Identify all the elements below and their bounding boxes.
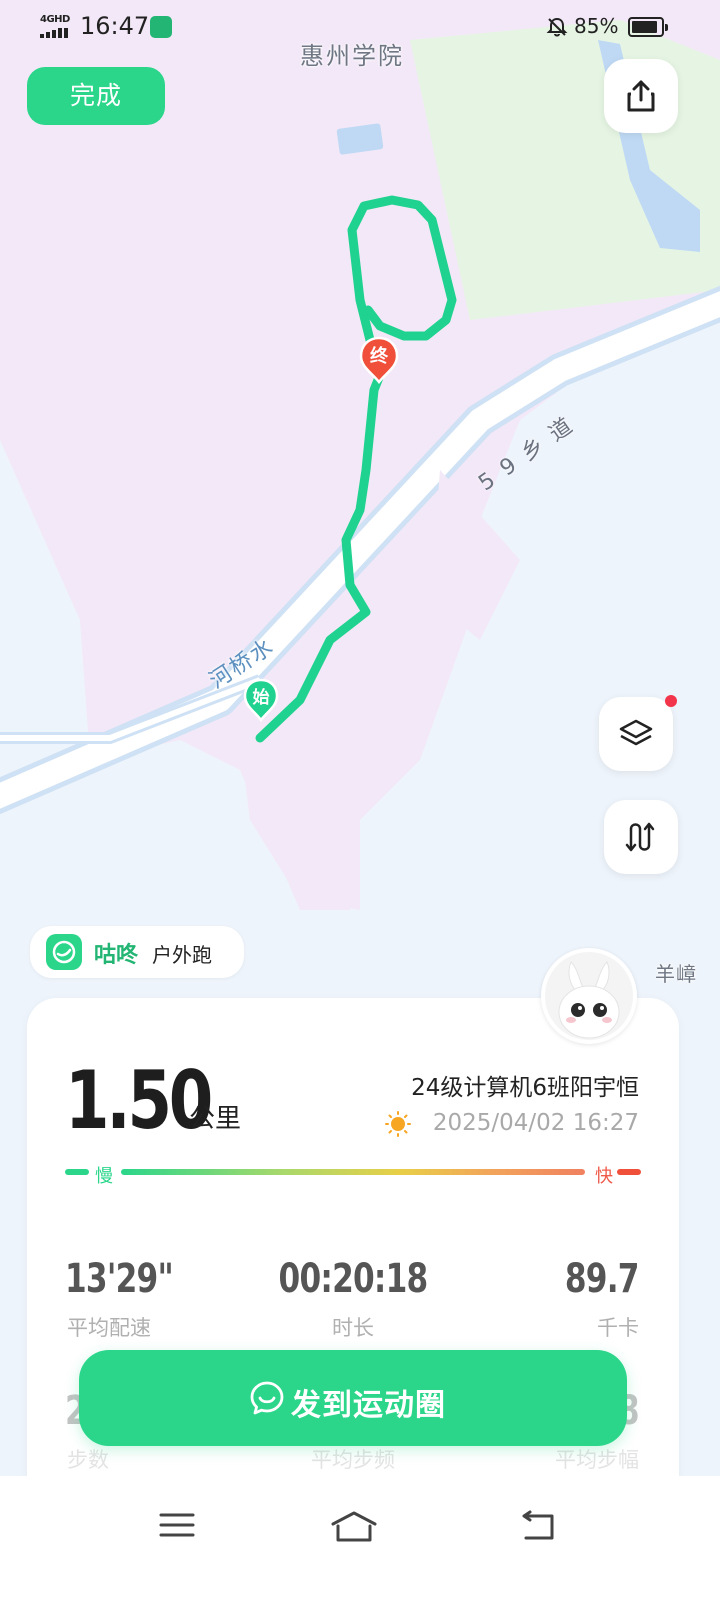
route-replay-button[interactable] xyxy=(604,800,678,874)
avg-pace-value: 13'29" xyxy=(65,1256,174,1302)
start-marker: 始 xyxy=(243,678,279,723)
user-name: 24级计算机6班阳宇恒 xyxy=(411,1075,639,1101)
user-avatar[interactable] xyxy=(541,948,637,1044)
layers-icon xyxy=(619,719,653,746)
workout-datetime: 2025/04/02 16:27 xyxy=(432,1110,639,1136)
avg-cadence-label: 平均步频 xyxy=(311,1448,395,1472)
end-marker: 终 xyxy=(359,336,399,385)
menu-icon[interactable] xyxy=(158,1510,196,1540)
share-button[interactable] xyxy=(604,59,678,133)
battery-icon xyxy=(628,17,668,37)
brand-chip: 咕咚 户外跑 xyxy=(30,926,244,978)
pace-gradient xyxy=(121,1169,585,1175)
avg-stride-label: 平均步幅 xyxy=(555,1448,639,1472)
signal-icon xyxy=(40,28,72,38)
duration-label: 时长 xyxy=(332,1316,374,1340)
sunny-icon xyxy=(385,1111,411,1137)
fast-label: 快 xyxy=(595,1166,613,1187)
map-layers-button[interactable] xyxy=(599,695,677,771)
distance-unit: 公里 xyxy=(189,1104,242,1134)
slow-label: 慢 xyxy=(95,1166,113,1187)
home-icon[interactable] xyxy=(330,1510,378,1544)
share-icon xyxy=(627,80,655,112)
back-icon[interactable] xyxy=(518,1510,558,1542)
end-marker-label: 终 xyxy=(370,346,388,367)
notification-dot xyxy=(665,695,677,707)
done-button[interactable]: 完成 xyxy=(27,67,165,125)
codoon-logo-icon xyxy=(46,934,82,970)
start-marker-label: 始 xyxy=(252,688,270,708)
brand-name: 咕咚 xyxy=(94,943,139,968)
pace-legend-bar: 慢 快 xyxy=(65,1162,641,1187)
map-side-label: 羊嶂 xyxy=(655,962,697,986)
post-to-moments-button[interactable]: 发到运动圈 xyxy=(79,1350,627,1446)
app-notification-icon xyxy=(150,16,172,38)
cellular-signal: 4GHD xyxy=(40,14,74,40)
calories-value: 89.7 xyxy=(565,1256,640,1302)
bunny-avatar-icon xyxy=(545,952,633,1040)
mute-bell-icon xyxy=(546,17,568,37)
chat-smile-icon xyxy=(250,1381,284,1415)
activity-type: 户外跑 xyxy=(152,943,212,967)
calories-label: 千卡 xyxy=(597,1316,639,1340)
route-wave-icon xyxy=(625,822,655,852)
post-to-moments-label: 发到运动圈 xyxy=(291,1388,446,1423)
duration-value: 00:20:18 xyxy=(278,1256,429,1302)
avg-pace-label: 平均配速 xyxy=(67,1316,151,1340)
battery-percent: 85% xyxy=(574,14,619,38)
steps-label: 步数 xyxy=(67,1448,109,1472)
status-bar: 4GHD 16:47 85% xyxy=(0,0,720,56)
system-nav-bar xyxy=(0,1476,720,1600)
status-time: 16:47 xyxy=(80,12,150,40)
network-type: 4GHD xyxy=(40,14,70,25)
